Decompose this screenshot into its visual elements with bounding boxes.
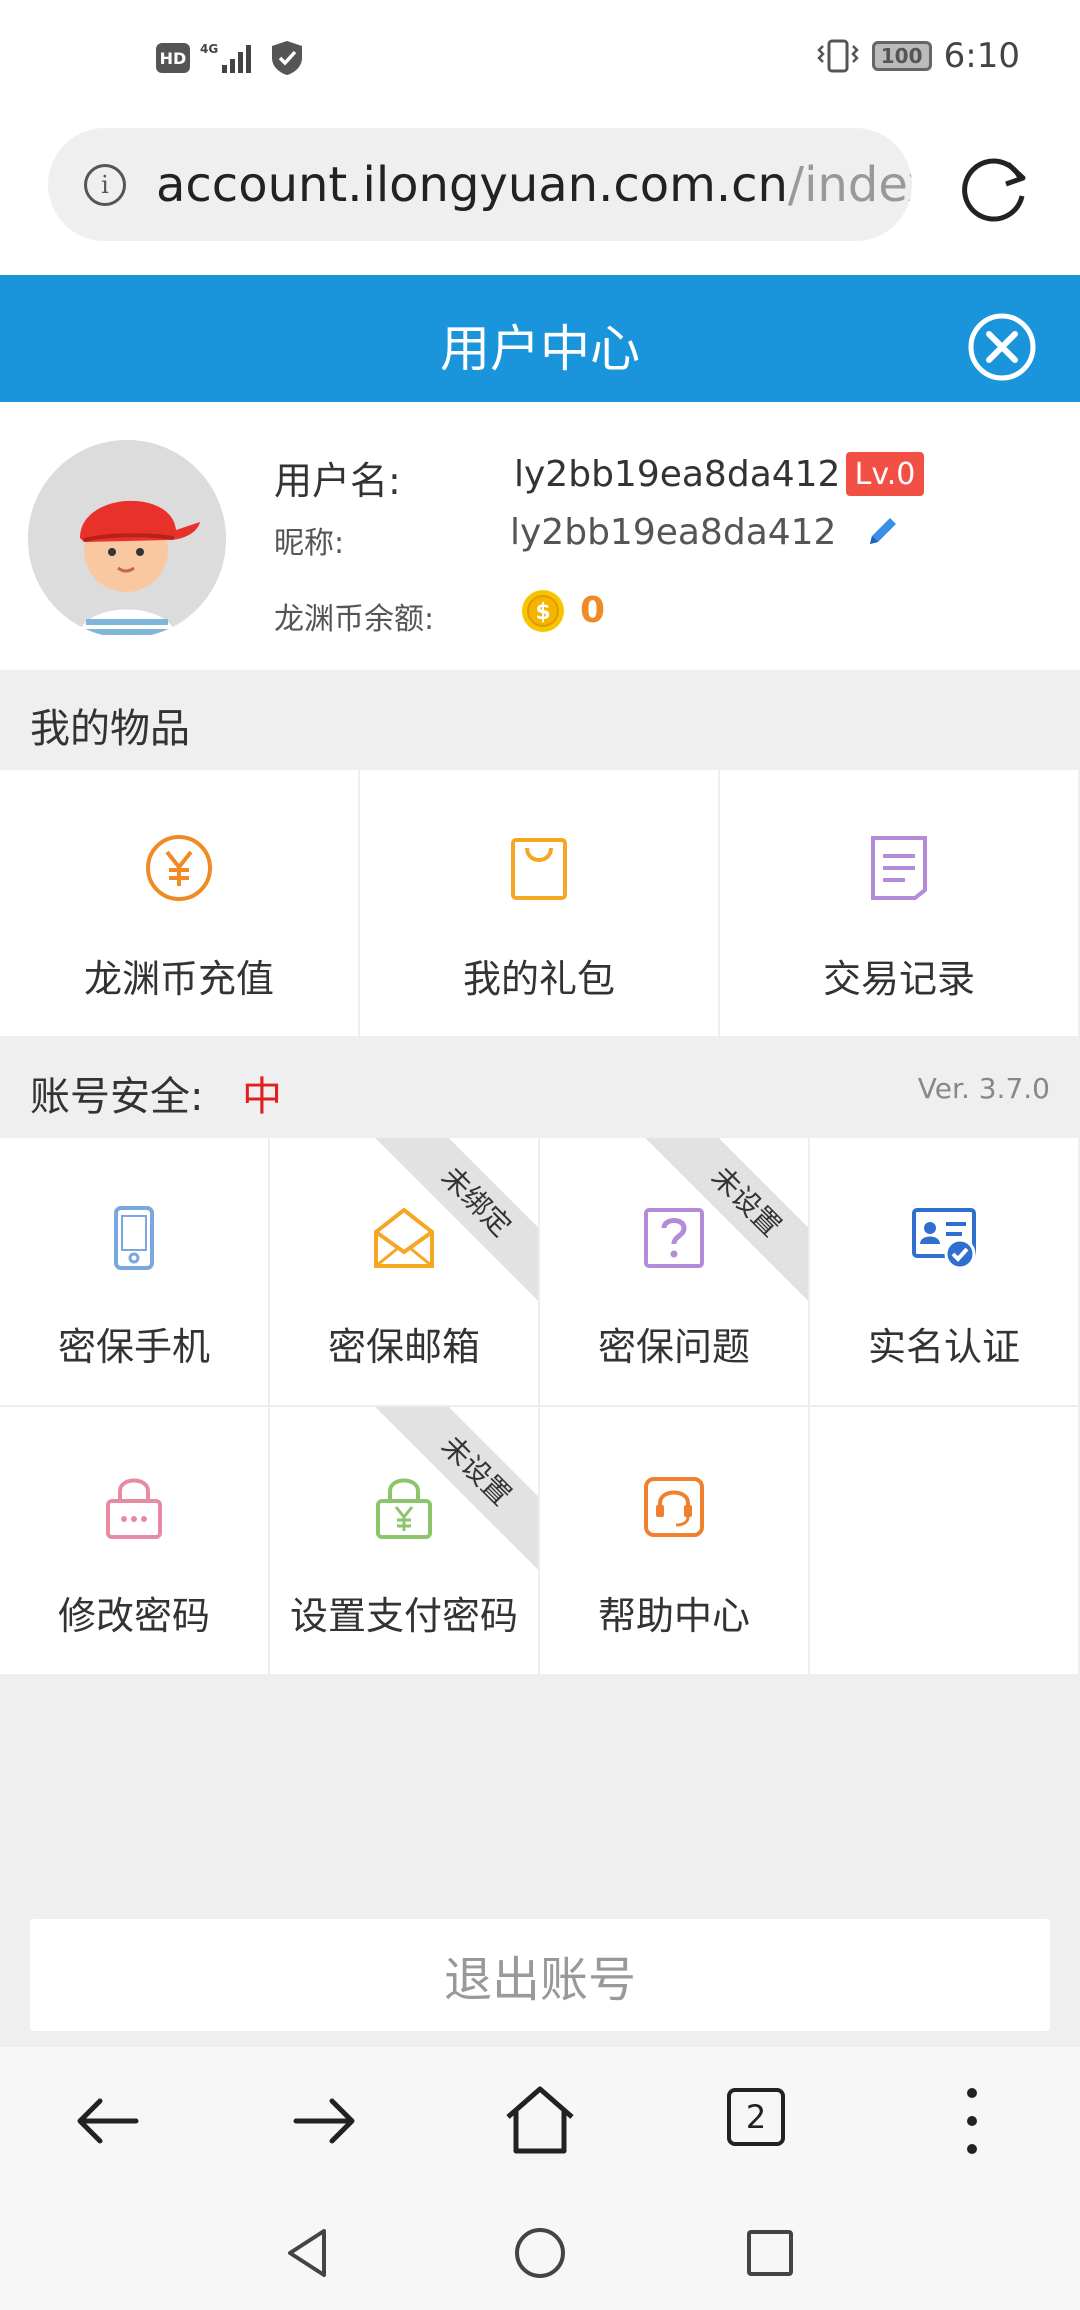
security-label: 实名认证 xyxy=(867,1325,1020,1369)
security-email[interactable]: 密保邮箱 未绑定 xyxy=(270,1138,540,1407)
avatar-boy-icon xyxy=(28,440,226,638)
logout-button[interactable]: 退出账号 xyxy=(30,1919,1050,2031)
back-arrow-icon[interactable] xyxy=(70,2083,146,2159)
item-label: 交易记录 xyxy=(822,957,975,1001)
coin-balance-label: 龙渊币余额: xyxy=(274,602,435,637)
coin-balance-value: 0 xyxy=(580,590,606,631)
items-grid: 龙渊币充值 我的礼包 交易记录 xyxy=(0,770,1080,1038)
signal-icon: 4G xyxy=(200,42,251,73)
nickname-label: 昵称: xyxy=(274,526,345,561)
items-section-header: 我的物品 xyxy=(0,670,1080,770)
security-label: 帮助中心 xyxy=(597,1594,750,1638)
username-value: ly2bb19ea8da412 xyxy=(514,454,841,495)
security-phone[interactable]: 密保手机 xyxy=(0,1138,270,1407)
document-icon xyxy=(871,836,927,900)
phone-icon xyxy=(114,1206,154,1270)
browser-address-bar: i account.ilongyuan.com.cn/index.p xyxy=(0,122,1080,275)
item-recharge[interactable]: 龙渊币充值 xyxy=(0,770,360,1038)
security-label: 设置支付密码 xyxy=(289,1594,518,1638)
id-card-icon xyxy=(912,1208,976,1270)
version-label: Ver. 3.7.0 xyxy=(917,1072,1050,1105)
url-host: account.ilongyuan.com.cn xyxy=(156,156,788,213)
empty-cell xyxy=(810,1407,1080,1676)
yen-circle-icon xyxy=(146,835,212,901)
security-level: 中 xyxy=(242,1074,282,1120)
page-title: 用户中心 xyxy=(440,320,640,378)
close-icon[interactable] xyxy=(967,312,1037,382)
security-section-header: 账号安全: 中 Ver. 3.7.0 xyxy=(0,1038,1080,1138)
info-icon[interactable]: i xyxy=(84,163,126,206)
username-label: 用户名: xyxy=(274,459,401,503)
pencil-icon[interactable] xyxy=(864,512,902,550)
security-change-password[interactable]: 修改密码 xyxy=(0,1407,270,1676)
gift-bag-icon xyxy=(511,838,567,900)
security-question[interactable]: 密保问题 未设置 xyxy=(540,1138,810,1407)
status-bar: HD 4G 100 6:10 xyxy=(0,0,1080,122)
nav-home-icon[interactable] xyxy=(512,2225,568,2281)
svg-text:4G: 4G xyxy=(200,42,218,56)
browser-toolbar xyxy=(0,2047,1080,2195)
hd-icon: HD xyxy=(156,43,190,73)
yen-lock-icon xyxy=(376,1478,432,1539)
security-label: 修改密码 xyxy=(57,1594,210,1638)
security-grid: 密保手机 密保邮箱 未绑定 密保问题 未设置 实名认证 修改密码 设置支付密码 … xyxy=(0,1138,1080,1676)
battery-icon: 100 xyxy=(871,41,932,71)
security-label: 密保邮箱 xyxy=(327,1325,480,1369)
url-path: /index.p xyxy=(787,156,912,213)
item-label: 我的礼包 xyxy=(462,957,615,1001)
lock-icon xyxy=(106,1478,162,1539)
security-pay-password[interactable]: 设置支付密码 未设置 xyxy=(270,1407,540,1676)
nav-back-icon[interactable] xyxy=(280,2225,336,2281)
avatar[interactable] xyxy=(28,440,226,638)
more-menu-icon[interactable] xyxy=(934,2083,1010,2159)
page-header: 用户中心 xyxy=(0,275,1080,402)
security-label: 密保问题 xyxy=(597,1325,750,1369)
headset-icon xyxy=(644,1477,704,1537)
url-field[interactable]: i account.ilongyuan.com.cn/index.p xyxy=(48,128,912,241)
profile-card: 用户名: ly2bb19ea8da412 Lv.0 昵称: ly2bb19ea8… xyxy=(0,402,1080,670)
nav-recents-icon[interactable] xyxy=(742,2225,798,2281)
security-realname[interactable]: 实名认证 xyxy=(810,1138,1080,1407)
item-label: 龙渊币充值 xyxy=(83,957,274,1001)
forward-arrow-icon[interactable] xyxy=(286,2083,362,2159)
items-section-title: 我的物品 xyxy=(30,706,190,752)
item-transactions[interactable]: 交易记录 xyxy=(720,770,1080,1038)
reload-icon[interactable] xyxy=(950,144,1040,234)
nickname-value: ly2bb19ea8da412 xyxy=(510,512,837,553)
question-icon xyxy=(644,1208,704,1268)
security-help-center[interactable]: 帮助中心 xyxy=(540,1407,810,1676)
tabs-button[interactable]: 2 xyxy=(727,2088,785,2146)
svg-text:$: $ xyxy=(535,600,550,625)
coin-icon: $ xyxy=(522,590,564,632)
system-nav-bar xyxy=(0,2195,1080,2310)
security-section-title: 账号安全: xyxy=(30,1074,204,1120)
vibrate-icon xyxy=(816,39,859,73)
shield-icon xyxy=(272,41,302,75)
clock: 6:10 xyxy=(943,36,1020,76)
logout-area: 退出账号 xyxy=(0,1905,1080,2047)
security-label: 密保手机 xyxy=(57,1325,210,1369)
mail-icon xyxy=(374,1207,434,1268)
level-badge: Lv.0 xyxy=(846,452,924,496)
item-gift[interactable]: 我的礼包 xyxy=(360,770,720,1038)
home-icon[interactable] xyxy=(502,2083,578,2159)
